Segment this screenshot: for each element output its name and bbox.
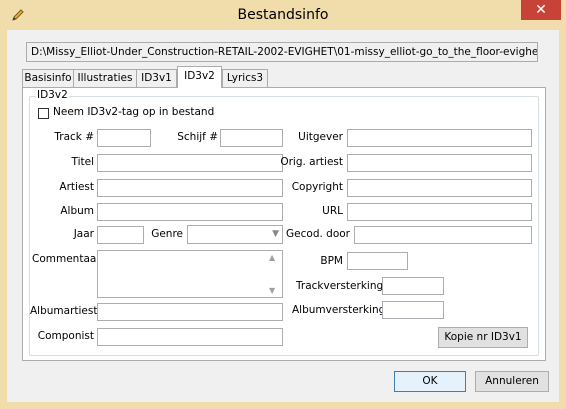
url-input[interactable] xyxy=(347,203,532,221)
disc-label: Schijf # xyxy=(177,131,218,143)
dialog-body: D:\Missy_Elliot-Under_Construction-RETAI… xyxy=(7,30,559,402)
id3v2-tab-page: ID3v2 Neem ID3v2-tag op in bestand Track… xyxy=(22,87,546,361)
comment-scrollbar[interactable]: ▲ ▼ xyxy=(266,251,282,297)
encoded-by-label: Gecod. door xyxy=(286,228,350,240)
album-input[interactable] xyxy=(97,203,283,221)
album-artist-input[interactable] xyxy=(97,303,283,321)
scroll-up-icon[interactable]: ▲ xyxy=(269,253,275,262)
tab-illustraties[interactable]: Illustraties xyxy=(73,69,137,87)
track-label: Track # xyxy=(54,131,94,143)
year-input[interactable] xyxy=(97,226,144,244)
tab-basisinfo[interactable]: Basisinfo xyxy=(22,69,74,87)
orig-artist-label: Orig. artiest xyxy=(280,156,343,168)
title-input[interactable] xyxy=(97,154,283,172)
comment-textarea[interactable]: ▲ ▼ xyxy=(97,250,283,298)
group-label: ID3v2 xyxy=(36,89,69,101)
title-label: Titel xyxy=(71,156,94,168)
album-gain-input[interactable] xyxy=(382,301,444,319)
id3v2-group: ID3v2 Neem ID3v2-tag op in bestand Track… xyxy=(29,89,539,356)
artist-input[interactable] xyxy=(97,179,283,197)
publisher-label: Uitgever xyxy=(298,131,343,143)
copyright-input[interactable] xyxy=(347,179,532,197)
genre-label: Genre xyxy=(151,228,183,240)
album-gain-label: Albumversterking xyxy=(292,304,386,316)
include-tag-checkbox[interactable] xyxy=(38,108,49,119)
title-bar[interactable]: Bestandsinfo ✕ xyxy=(0,0,566,32)
copyright-label: Copyright xyxy=(291,181,343,193)
url-label: URL xyxy=(322,205,343,217)
file-info-dialog: Bestandsinfo ✕ D:\Missy_Elliot-Under_Con… xyxy=(0,0,566,409)
year-label: Jaar xyxy=(73,228,94,240)
publisher-input[interactable] xyxy=(347,129,532,147)
close-button[interactable]: ✕ xyxy=(521,0,561,20)
ok-button[interactable]: OK xyxy=(394,371,466,392)
orig-artist-input[interactable] xyxy=(347,154,532,172)
tab-id3v1[interactable]: ID3v1 xyxy=(136,69,177,87)
include-tag-label: Neem ID3v2-tag op in bestand xyxy=(53,106,215,118)
bpm-label: BPM xyxy=(320,255,343,267)
disc-input[interactable] xyxy=(220,129,283,147)
composer-input[interactable] xyxy=(97,328,283,346)
scroll-down-icon[interactable]: ▼ xyxy=(269,286,275,295)
bpm-input[interactable] xyxy=(347,252,408,270)
file-path-field[interactable]: D:\Missy_Elliot-Under_Construction-RETAI… xyxy=(26,42,538,62)
window-title: Bestandsinfo xyxy=(237,7,329,23)
genre-select[interactable]: ▼ xyxy=(187,225,283,244)
tab-id3v2[interactable]: ID3v2 xyxy=(177,66,222,88)
album-artist-label: Albumartiest xyxy=(30,305,98,317)
composer-label: Componist xyxy=(37,330,94,342)
album-label: Album xyxy=(60,205,94,217)
comment-label: Commentaar xyxy=(32,253,101,265)
chevron-down-icon: ▼ xyxy=(272,229,279,239)
track-gain-label: Trackversterking xyxy=(296,280,384,292)
artist-label: Artiest xyxy=(59,181,94,193)
copy-id3v1-button[interactable]: Kopie nr ID3v1 xyxy=(438,327,528,348)
track-input[interactable] xyxy=(97,129,151,147)
cancel-button[interactable]: Annuleren xyxy=(475,371,549,392)
encoded-by-input[interactable] xyxy=(354,226,532,244)
track-gain-input[interactable] xyxy=(382,277,444,295)
tab-lyrics3[interactable]: Lyrics3 xyxy=(222,69,268,87)
